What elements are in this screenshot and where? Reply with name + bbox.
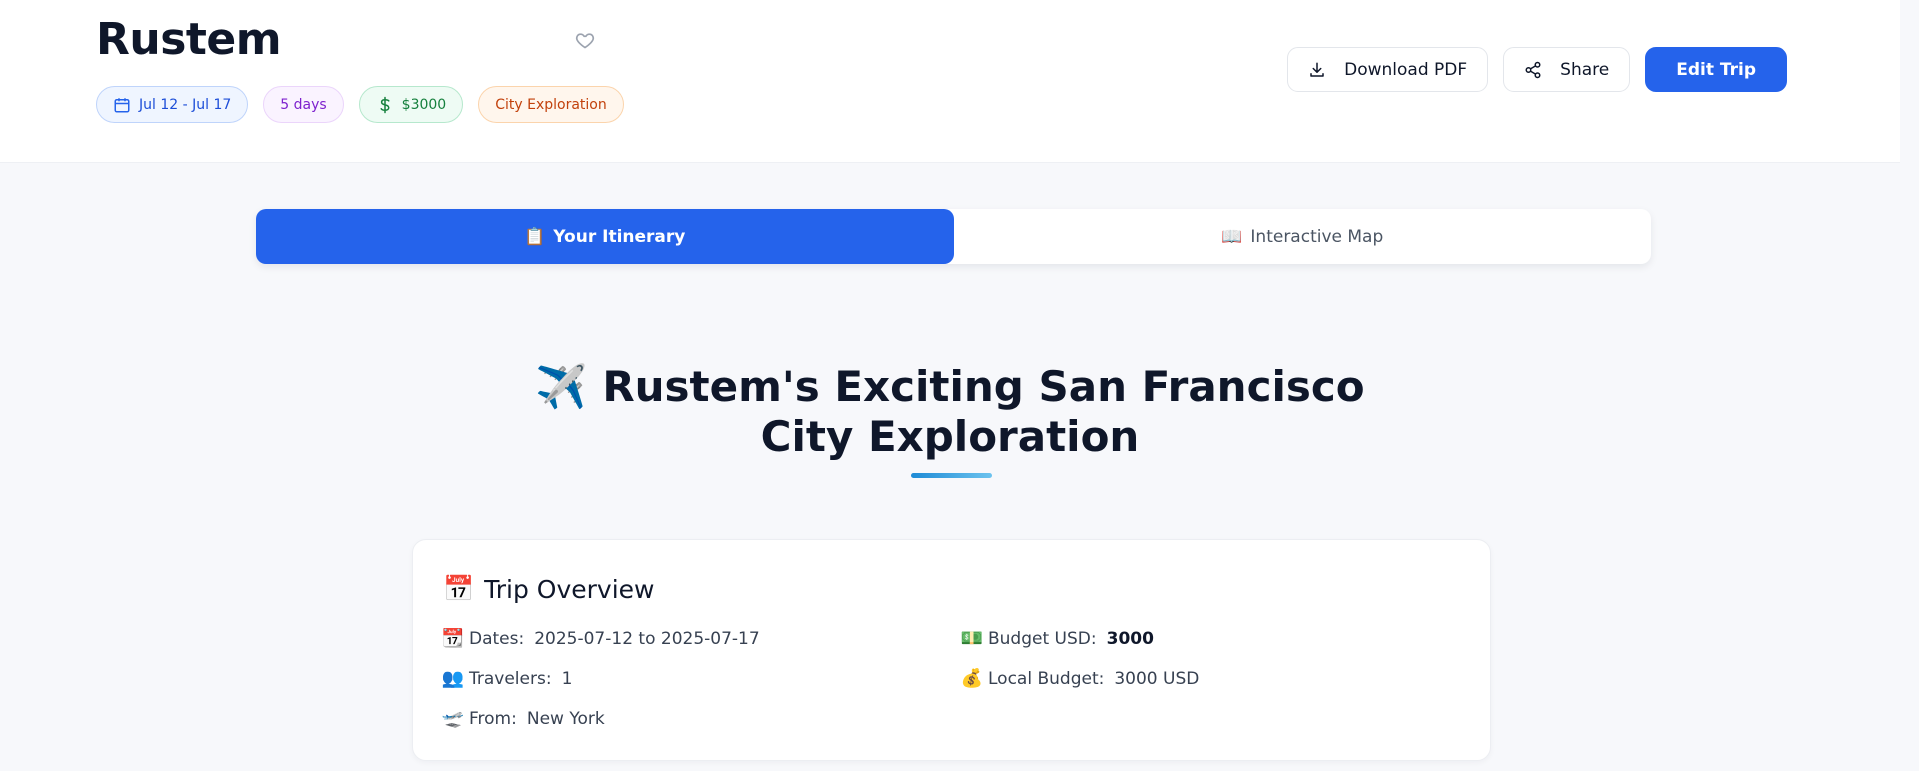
travelers-label: Travelers: bbox=[469, 668, 552, 689]
calendar-icon bbox=[114, 97, 130, 112]
local-budget-field: 💰 Local Budget: 3000 USD bbox=[960, 668, 1200, 689]
budget-usd-value: 3000 bbox=[1106, 628, 1154, 649]
budget-usd-label: Budget USD: bbox=[988, 628, 1097, 649]
dates-field: 📆 Dates: 2025-07-12 to 2025-07-17 bbox=[441, 628, 760, 649]
favorite-heart-button[interactable] bbox=[573, 28, 597, 52]
budget-usd-field: 💵 Budget USD: 3000 bbox=[960, 628, 1154, 649]
duration-chip-label: 5 days bbox=[280, 96, 327, 113]
view-tabs: 📋 Your Itinerary 📖 Interactive Map bbox=[256, 209, 1651, 264]
calendar-emoji-icon: 📅 bbox=[443, 574, 475, 603]
local-budget-value: 3000 USD bbox=[1114, 668, 1200, 689]
trip-overview-card: 📅 Trip Overview 📆 Dates: 2025-07-12 to 2… bbox=[412, 539, 1491, 761]
from-field: 🛫 From: New York bbox=[441, 708, 605, 729]
dollar-icon bbox=[380, 96, 390, 113]
travelers-field: 👥 Travelers: 1 bbox=[441, 668, 573, 689]
budget-chip: $3000 bbox=[358, 86, 464, 123]
clipboard-icon: 📋 bbox=[524, 226, 546, 247]
airplane-icon: ✈️ bbox=[535, 362, 588, 411]
dates-label: Dates: bbox=[469, 628, 525, 649]
download-pdf-button[interactable]: Download PDF bbox=[1287, 47, 1489, 92]
trip-title: Rustem bbox=[96, 14, 282, 65]
trip-chips: Jul 12 - Jul 17 5 days $3000 City Explor… bbox=[96, 86, 624, 123]
trip-overview-title: Trip Overview bbox=[484, 574, 655, 604]
edit-trip-button[interactable]: Edit Trip bbox=[1645, 47, 1787, 92]
share-label: Share bbox=[1560, 59, 1610, 80]
from-value: New York bbox=[526, 708, 605, 729]
download-icon bbox=[1310, 62, 1324, 77]
date-chip-label: Jul 12 - Jul 17 bbox=[139, 96, 232, 113]
tab-interactive-map[interactable]: 📖 Interactive Map bbox=[954, 209, 1652, 264]
trip-overview-heading: 📅 Trip Overview bbox=[443, 574, 654, 604]
money-icon: 💵 bbox=[960, 628, 984, 649]
from-label: From: bbox=[469, 708, 517, 729]
tab-itinerary[interactable]: 📋 Your Itinerary bbox=[256, 209, 954, 264]
money-bag-icon: 💰 bbox=[960, 668, 984, 689]
title-underline bbox=[911, 473, 992, 478]
itinerary-title: ✈️ Rustem's Exciting San Francisco City … bbox=[500, 362, 1400, 462]
tab-map-label: Interactive Map bbox=[1250, 226, 1384, 247]
share-button[interactable]: Share bbox=[1503, 47, 1631, 92]
travelers-value: 1 bbox=[561, 668, 573, 689]
budget-chip-label: $3000 bbox=[401, 96, 447, 113]
tab-itinerary-label: Your Itinerary bbox=[553, 226, 686, 247]
date-chip: Jul 12 - Jul 17 bbox=[96, 86, 249, 123]
trip-type-chip-label: City Exploration bbox=[495, 96, 607, 113]
local-budget-label: Local Budget: bbox=[988, 668, 1105, 689]
download-pdf-label: Download PDF bbox=[1344, 59, 1468, 80]
share-icon bbox=[1525, 61, 1541, 78]
trip-type-chip: City Exploration bbox=[478, 86, 624, 123]
duration-chip: 5 days bbox=[263, 86, 344, 123]
departure-icon: 🛫 bbox=[441, 708, 465, 729]
trip-header: Rustem Jul 12 - Jul 17 5 days $3000 City… bbox=[0, 0, 1900, 163]
map-book-icon: 📖 bbox=[1221, 226, 1243, 247]
dates-value: 2025-07-12 to 2025-07-17 bbox=[534, 628, 760, 649]
edit-trip-label: Edit Trip bbox=[1676, 59, 1756, 80]
itinerary-title-text: Rustem's Exciting San Francisco City Exp… bbox=[602, 362, 1365, 461]
heart-icon bbox=[575, 33, 595, 49]
travelers-icon: 👥 bbox=[441, 668, 465, 689]
dates-calendar-icon: 📆 bbox=[441, 628, 465, 649]
header-actions: Download PDF Share Edit Trip bbox=[1287, 47, 1787, 92]
